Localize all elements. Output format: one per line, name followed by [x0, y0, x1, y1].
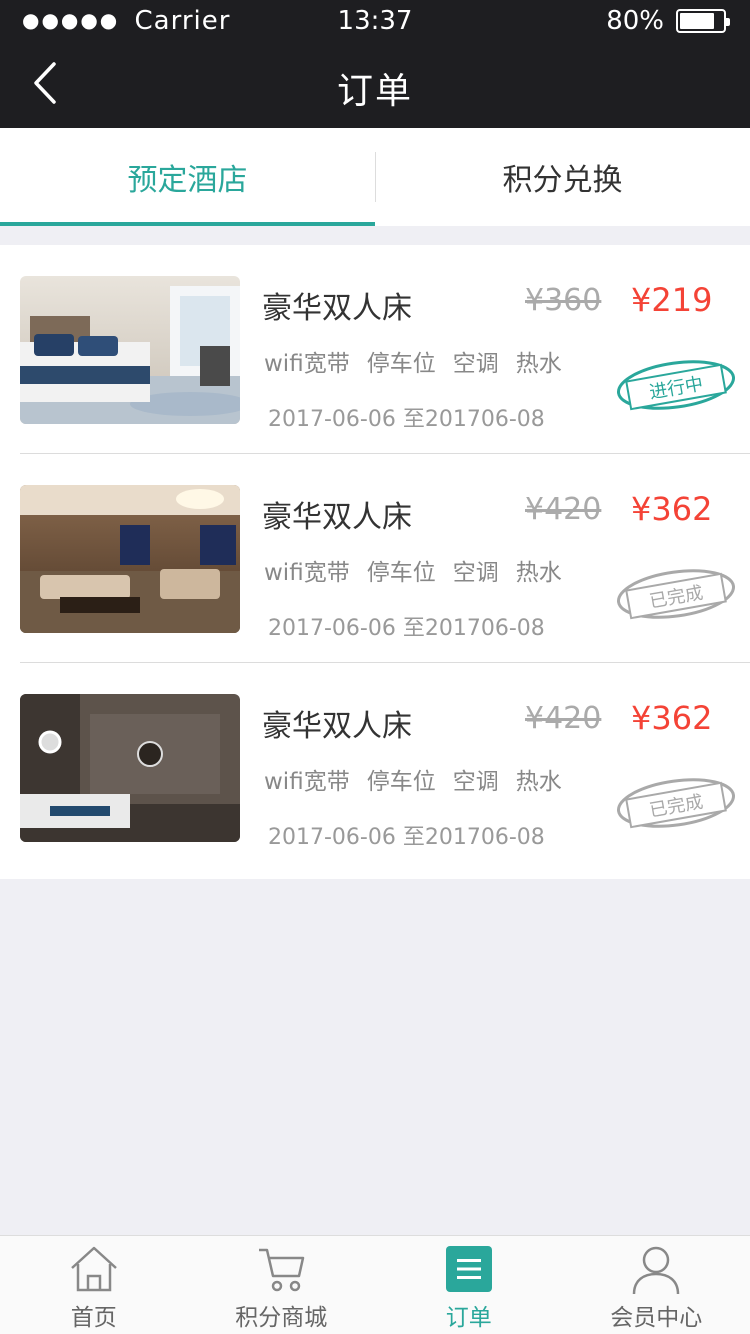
tabbar-label: 会员中心 — [610, 1305, 703, 1331]
room-title: 豪华双人床 — [262, 291, 412, 326]
amenity-tag: 热水 — [515, 560, 562, 586]
order-item[interactable]: 豪华双人床 ¥360 ¥219 wifi宽带 停车位 空调 热水 2017-06… — [0, 245, 750, 454]
tab-divider — [375, 152, 376, 202]
tabbar-item-orders[interactable]: 订单 — [375, 1236, 563, 1334]
tabbar-item-member-center[interactable]: 会员中心 — [563, 1236, 750, 1334]
order-item[interactable]: 豪华双人床 ¥420 ¥362 wifi宽带 停车位 空调 热水 2017-06… — [0, 454, 750, 663]
top-bar: ●●●●● Carrier 13:37 80% 订单 — [0, 0, 750, 128]
amenity-tag: wifi宽带 — [264, 351, 350, 377]
status-stamp-in-progress: 进行中 — [616, 360, 736, 411]
list-icon — [439, 1244, 499, 1296]
order-type-tabs: 预定酒店 积分兑换 — [0, 128, 750, 226]
amenity-list: wifi宽带 停车位 空调 热水 — [264, 553, 562, 587]
sale-price: ¥362 — [631, 699, 713, 737]
tabbar-label: 积分商城 — [235, 1305, 328, 1331]
amenity-tag: wifi宽带 — [264, 769, 350, 795]
amenity-tag: 空调 — [452, 769, 499, 795]
battery-indicator: 80% — [606, 6, 730, 36]
home-icon — [64, 1244, 124, 1296]
hotel-room-image — [20, 485, 240, 633]
amenity-tag: 停车位 — [366, 351, 436, 377]
tab-points-exchange[interactable]: 积分兑换 — [375, 128, 750, 226]
bottom-tab-bar: 首页 积分商城 订单 会员中心 — [0, 1235, 750, 1334]
tab-hotel-booking[interactable]: 预定酒店 — [0, 128, 375, 226]
status-stamp-completed: 已完成 — [616, 569, 736, 620]
tabbar-label: 订单 — [445, 1305, 492, 1331]
stay-dates: 2017-06-06 至201706-08 — [268, 407, 545, 432]
amenity-tag: 停车位 — [366, 560, 436, 586]
battery-percent: 80% — [606, 6, 664, 36]
nav-bar: 订单 — [0, 40, 750, 128]
hotel-room-image — [20, 694, 240, 842]
amenity-tag: 空调 — [452, 560, 499, 586]
hotel-room-image — [20, 276, 240, 424]
page-title: 订单 — [336, 71, 413, 112]
stay-dates: 2017-06-06 至201706-08 — [268, 616, 545, 641]
amenity-tag: 热水 — [515, 351, 562, 377]
sale-price: ¥362 — [631, 490, 713, 528]
original-price: ¥420 — [525, 701, 602, 736]
order-item[interactable]: 豪华双人床 ¥420 ¥362 wifi宽带 停车位 空调 热水 2017-06… — [0, 663, 750, 872]
tabbar-item-home[interactable]: 首页 — [0, 1236, 188, 1334]
amenity-tag: 空调 — [452, 351, 499, 377]
original-price: ¥420 — [525, 492, 602, 527]
amenity-tag: wifi宽带 — [264, 560, 350, 586]
stay-dates: 2017-06-06 至201706-08 — [268, 825, 545, 850]
tabbar-label: 首页 — [70, 1305, 117, 1331]
original-price: ¥360 — [525, 283, 602, 318]
status-bar: ●●●●● Carrier 13:37 80% — [0, 0, 750, 40]
status-stamp-completed: 已完成 — [616, 778, 736, 829]
room-title: 豪华双人床 — [262, 709, 412, 744]
tabbar-item-points-mall[interactable]: 积分商城 — [188, 1236, 376, 1334]
amenity-list: wifi宽带 停车位 空调 热水 — [264, 344, 562, 378]
order-list: 豪华双人床 ¥360 ¥219 wifi宽带 停车位 空调 热水 2017-06… — [0, 245, 750, 879]
sale-price: ¥219 — [631, 281, 713, 319]
amenity-tag: 停车位 — [366, 769, 436, 795]
battery-icon — [676, 9, 730, 33]
amenity-list: wifi宽带 停车位 空调 热水 — [264, 762, 562, 796]
user-icon — [626, 1244, 686, 1296]
amenity-tag: 热水 — [515, 769, 562, 795]
cart-icon — [251, 1244, 311, 1296]
room-title: 豪华双人床 — [262, 500, 412, 535]
